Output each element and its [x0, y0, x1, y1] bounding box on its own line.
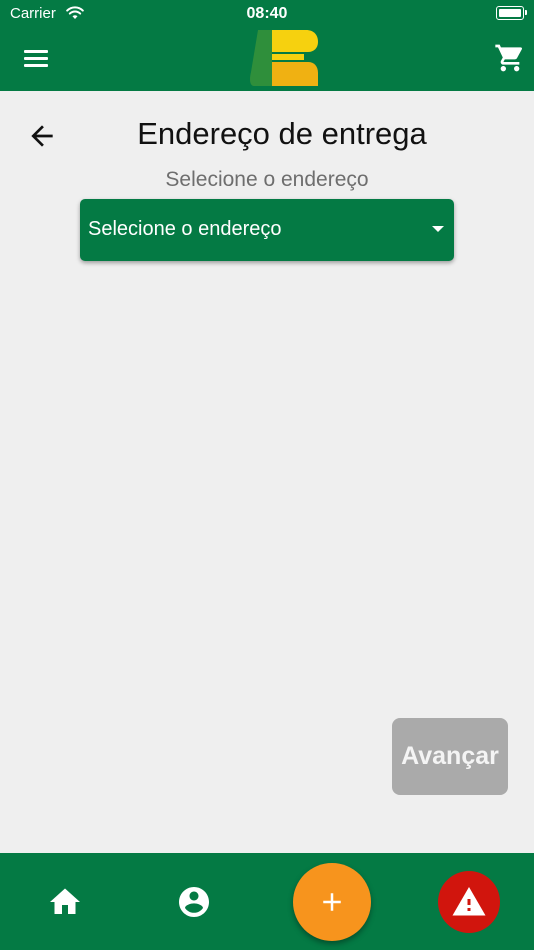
arrow-left-icon[interactable]: [26, 120, 58, 152]
next-button[interactable]: Avançar: [392, 718, 508, 795]
home-icon[interactable]: [47, 884, 83, 920]
status-bar: Carrier 08:40: [0, 0, 534, 28]
hamburger-menu-icon[interactable]: [24, 48, 50, 68]
account-circle-icon[interactable]: [176, 884, 212, 920]
chevron-down-icon: [432, 226, 444, 232]
alert-button[interactable]: [438, 871, 500, 933]
address-dropdown-value: Selecione o endereço: [88, 218, 282, 240]
brand-logo: [250, 30, 318, 86]
address-dropdown[interactable]: Selecione o endereço: [80, 199, 454, 261]
plus-icon: [323, 893, 341, 911]
shopping-cart-icon[interactable]: [494, 42, 526, 74]
warning-icon: [452, 887, 486, 916]
add-button[interactable]: [293, 863, 371, 941]
page-title: Endereço de entrega: [137, 116, 427, 151]
battery-icon: [496, 6, 527, 20]
status-time: 08:40: [246, 5, 288, 22]
address-field-label: Selecione o endereço: [165, 168, 369, 191]
app-header: Carrier 08:40: [0, 0, 534, 91]
